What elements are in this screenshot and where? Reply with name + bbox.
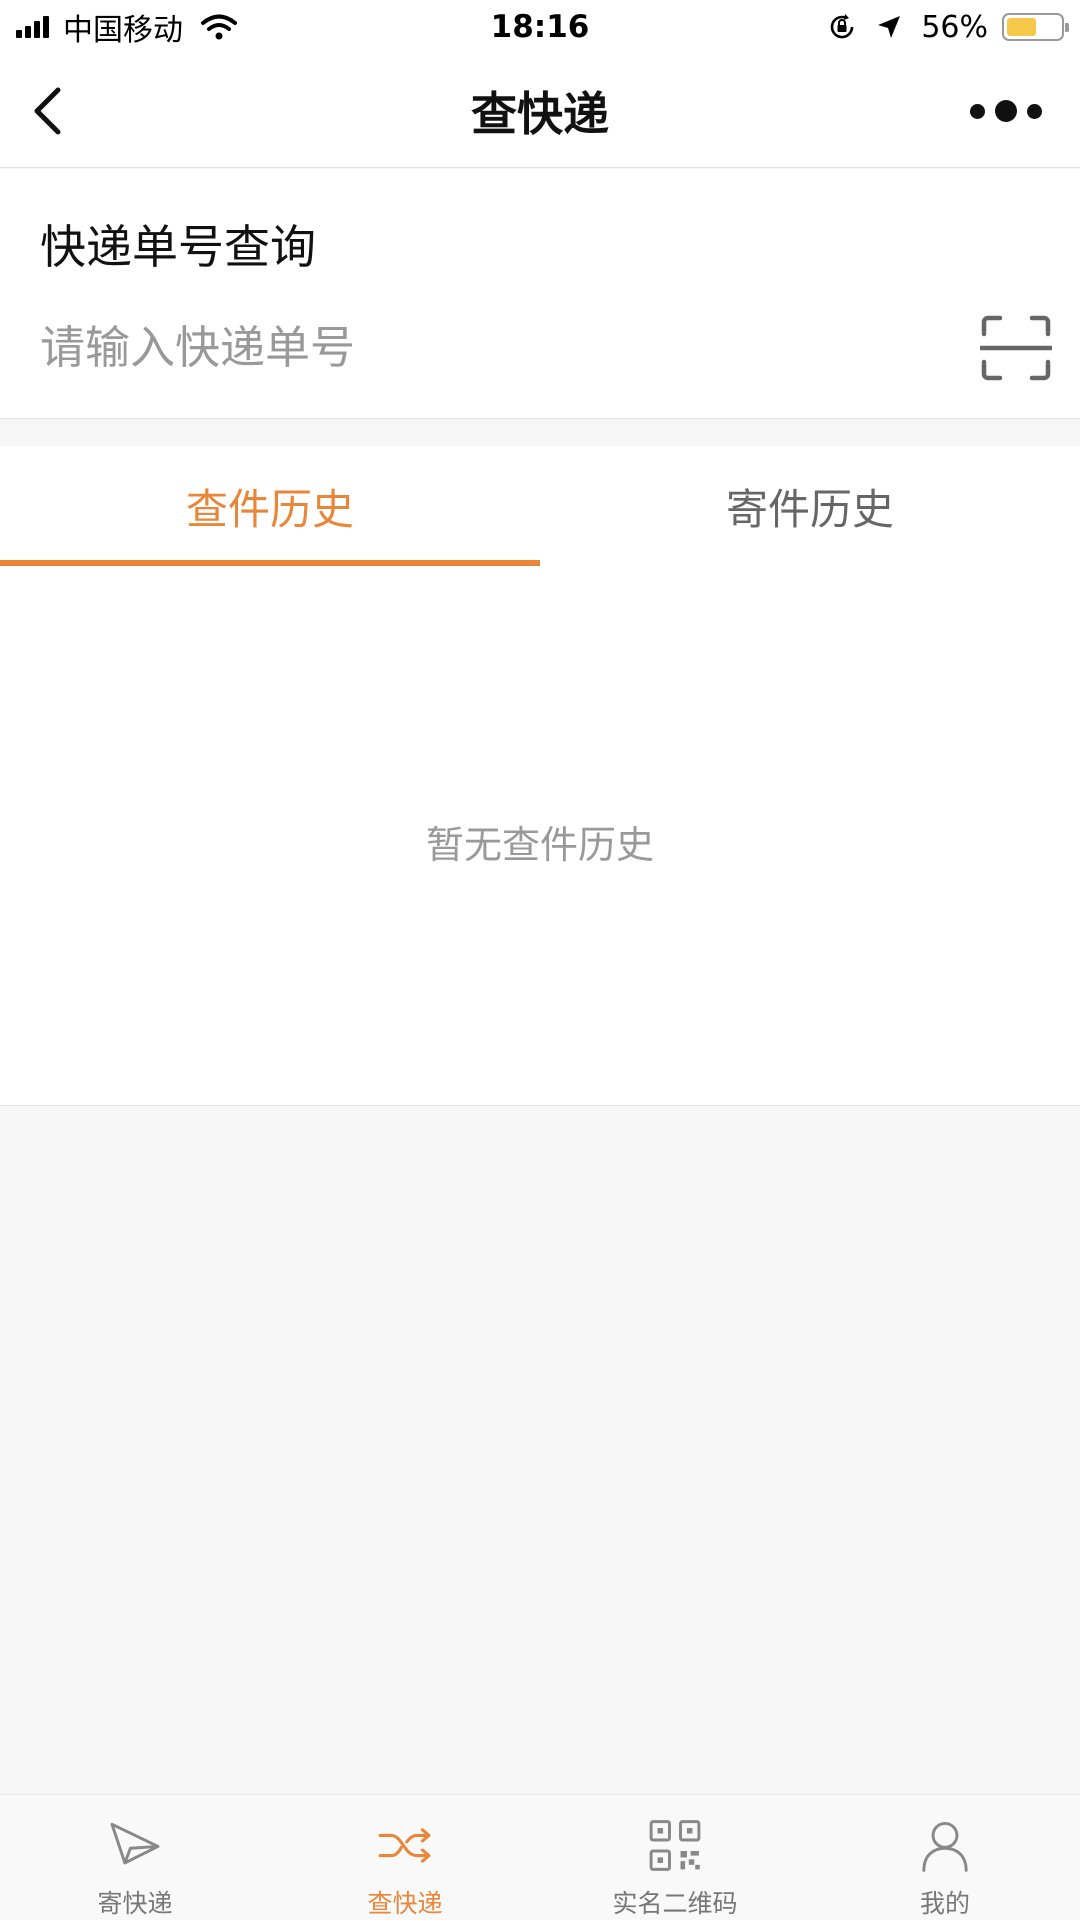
history-tabs: 查件历史 寄件历史	[0, 446, 1080, 566]
tab-send-history[interactable]: 寄件历史	[540, 446, 1080, 566]
nav-bar: 查快递	[0, 54, 1080, 168]
tracking-number-input[interactable]	[40, 311, 940, 383]
tab-query-history-label: 查件历史	[185, 484, 354, 534]
tab-query-history[interactable]: 查件历史	[0, 446, 540, 566]
battery-icon	[1002, 13, 1069, 41]
tracking-search-section: 快递单号查询	[0, 169, 1080, 419]
rotation-lock-icon	[831, 14, 854, 39]
scan-icon	[980, 315, 1052, 381]
tab-send-history-label: 寄件历史	[725, 484, 894, 534]
bottom-tab-send[interactable]: 寄快递	[0, 1795, 270, 1920]
paper-plane-icon	[110, 1822, 160, 1865]
bottom-tab-query-label: 查快递	[367, 1889, 443, 1918]
bottom-tab-send-label: 寄快递	[97, 1889, 173, 1918]
carrier-name: 中国移动	[63, 13, 183, 48]
qr-code-icon	[649, 1820, 701, 1871]
scan-button[interactable]	[980, 314, 1052, 386]
search-heading: 快递单号查询	[40, 220, 316, 274]
more-dot-center	[995, 100, 1017, 122]
bottom-tab-bar: 寄快递 查快递 实名二维码 我的	[0, 1794, 1080, 1920]
more-dot-right	[1027, 103, 1042, 119]
status-left: 中国移动	[16, 5, 237, 49]
status-right: 56%	[827, 9, 1069, 45]
screen: 中国移动 18:16 56% 查快递 快递单号查询 请输入快递单号 查件历史 寄…	[0, 0, 1080, 1920]
user-icon	[922, 1821, 968, 1872]
chevron-left-icon	[34, 87, 61, 135]
bottom-tab-qrcode[interactable]: 实名二维码	[540, 1795, 810, 1920]
more-dots-icon	[970, 103, 985, 119]
shuffle-icon	[378, 1828, 431, 1863]
bottom-tab-mine-label: 我的	[919, 1889, 970, 1918]
back-button[interactable]	[22, 80, 84, 142]
empty-state-text: 暂无查件历史	[425, 823, 654, 867]
battery-level	[1007, 18, 1037, 36]
bottom-tab-qrcode-label: 实名二维码	[612, 1889, 738, 1918]
bottom-tab-mine[interactable]: 我的	[810, 1795, 1080, 1920]
wifi-icon	[201, 14, 237, 40]
bottom-tab-query[interactable]: 查快递	[270, 1795, 540, 1920]
cellular-signal-icon	[16, 16, 49, 38]
status-bar: 中国移动 18:16 56%	[0, 0, 1080, 54]
history-content: 暂无查件历史	[0, 566, 1080, 1106]
more-button[interactable]	[954, 86, 1058, 136]
location-icon	[878, 16, 901, 38]
battery-percent: 56%	[921, 9, 988, 45]
page-title: 查快递	[471, 86, 609, 141]
